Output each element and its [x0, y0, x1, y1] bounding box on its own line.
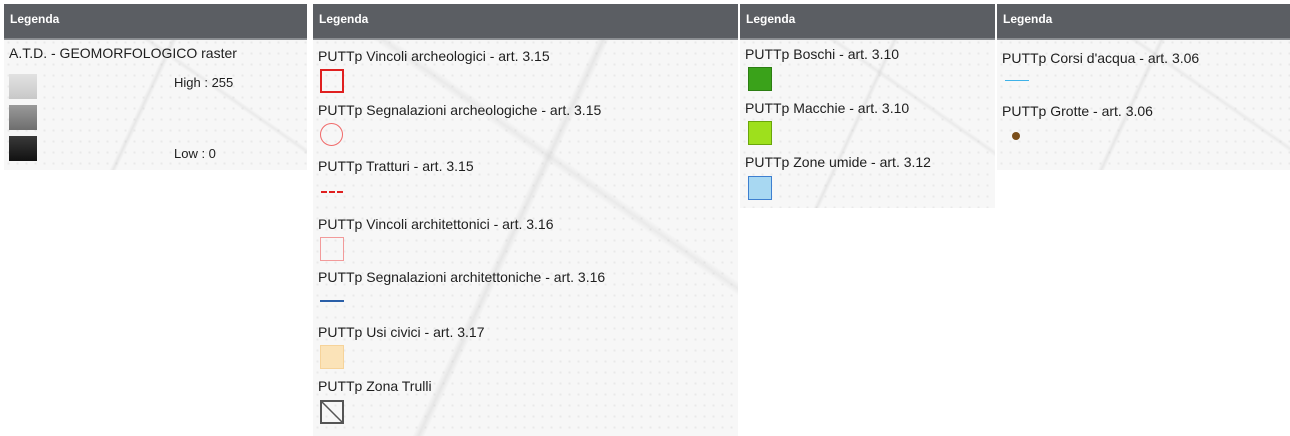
legend-panel-vincoli: Legenda PUTTp Vincoli archeologici - art…: [313, 4, 738, 436]
square-outline-icon: [320, 237, 344, 261]
legend-header: Legenda: [313, 4, 738, 40]
ramp-swatch-low: [9, 136, 37, 161]
layer-label-segnalazioni-archeologiche: PUTTp Segnalazioni archeologiche - art. …: [318, 102, 602, 118]
layer-label-macchie: PUTTp Macchie - art. 3.10: [745, 100, 910, 116]
solid-line-icon: [320, 300, 344, 302]
legend-panel-geomorfologico: Legenda A.T.D. - GEOMORFOLOGICO raster H…: [4, 4, 307, 170]
dot-icon: [1012, 132, 1020, 140]
layer-label-segnalazioni-architettoniche: PUTTp Segnalazioni architettoniche - art…: [318, 269, 606, 285]
ramp-high-label: High : 255: [174, 75, 234, 90]
layer-label-vincoli-archeologici: PUTTp Vincoli archeologici - art. 3.15: [318, 48, 550, 64]
layer-label-grotte: PUTTp Grotte - art. 3.06: [1002, 103, 1153, 119]
ramp-swatch-mid: [9, 105, 37, 130]
layer-label-usi-civici: PUTTp Usi civici - art. 3.17: [318, 324, 485, 340]
ramp-swatch-high: [9, 74, 37, 99]
layer-title-geomorfologico: A.T.D. - GEOMORFOLOGICO raster: [9, 45, 237, 61]
layer-label-corsi-acqua: PUTTp Corsi d'acqua - art. 3.06: [1002, 50, 1200, 66]
layer-label-zona-trulli: PUTTp Zona Trulli: [318, 378, 432, 394]
layer-label-zone-umide: PUTTp Zone umide - art. 3.12: [745, 154, 931, 170]
legend-panel-vegetazione: Legenda PUTTp Boschi - art. 3.10 PUTTp M…: [740, 4, 995, 208]
circle-outline-icon: [320, 123, 343, 146]
filled-square-icon: [748, 67, 772, 91]
dashed-line-icon: [321, 191, 343, 193]
filled-square-icon: [748, 121, 772, 145]
hatched-square-icon: [320, 400, 344, 424]
ramp-low-label: Low : 0: [174, 146, 216, 161]
legend-header: Legenda: [4, 4, 307, 40]
filled-square-icon: [320, 345, 344, 369]
legend-header: Legenda: [740, 4, 995, 40]
legend-panel-idrografia: Legenda PUTTp Corsi d'acqua - art. 3.06 …: [997, 4, 1290, 170]
filled-square-icon: [748, 176, 772, 200]
layer-label-boschi: PUTTp Boschi - art. 3.10: [745, 46, 900, 62]
layer-label-tratturi: PUTTp Tratturi - art. 3.15: [318, 158, 474, 174]
layer-label-vincoli-architettonici: PUTTp Vincoli architettonici - art. 3.16: [318, 216, 554, 232]
legend-header: Legenda: [997, 4, 1290, 40]
square-outline-icon: [320, 69, 344, 93]
solid-line-icon: [1005, 80, 1029, 81]
